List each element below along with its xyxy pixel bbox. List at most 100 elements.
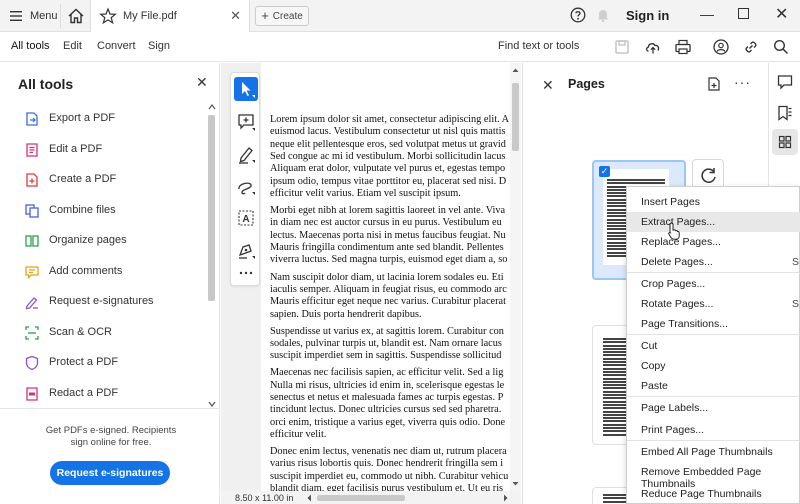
scroll-left-icon[interactable]: [305, 493, 313, 503]
export-pdf-icon: [26, 112, 38, 126]
scroll-down-icon[interactable]: [510, 480, 521, 488]
menu-item-cut[interactable]: Cut: [627, 336, 800, 356]
menu-item-page-transitions[interactable]: Page Transitions...: [627, 314, 800, 334]
menu-button[interactable]: Menu: [10, 7, 58, 25]
menu-item-embed-all-page-thumbnails[interactable]: Embed All Page Thumbnails: [627, 442, 800, 462]
pages-more-icon[interactable]: ···: [734, 74, 751, 90]
help-icon[interactable]: [570, 7, 586, 23]
tab-convert[interactable]: Convert: [97, 40, 136, 52]
tool-item-protect-pdf[interactable]: Protect a PDF: [0, 348, 206, 379]
menu-item-delete-pages[interactable]: Delete Pages... S: [627, 252, 800, 272]
select-tool-button[interactable]: [234, 77, 258, 101]
tab-close-icon[interactable]: ✕: [230, 8, 241, 24]
menu-item-paste[interactable]: Paste: [627, 376, 800, 396]
tool-item-export-pdf[interactable]: Export a PDF: [0, 104, 206, 135]
freehand-draw-icon: [238, 182, 255, 195]
menu-item-label: Insert Pages: [641, 196, 700, 208]
tab-all-tools[interactable]: All tools: [11, 40, 50, 52]
tool-item-label: Redact a PDF: [49, 386, 119, 399]
comment-icon[interactable]: [776, 73, 794, 91]
search-icon[interactable]: [772, 38, 790, 56]
menu-item-replace-pages[interactable]: Replace Pages...: [627, 232, 800, 252]
sign-tool-button[interactable]: [234, 238, 258, 262]
star-icon[interactable]: [99, 7, 117, 25]
close-panel-icon[interactable]: ✕: [196, 74, 208, 91]
menu-item-label: Crop Pages...: [641, 278, 706, 290]
request-esignatures-button[interactable]: Request e-signatures: [50, 461, 170, 485]
pdf-page[interactable]: Lorem ipsum dolor sit amet, consectetur …: [261, 63, 519, 491]
menu-item-crop-pages[interactable]: Crop Pages...: [627, 274, 800, 294]
menu-item-page-labels[interactable]: Page Labels...: [627, 398, 800, 418]
draw-tool-button[interactable]: [234, 174, 258, 198]
tool-item-scan-ocr[interactable]: Scan & OCR: [0, 318, 206, 349]
tool-item-label: Request e-signatures: [49, 295, 154, 307]
divider: [60, 4, 61, 28]
create-pdf-icon: [26, 173, 38, 187]
tool-item-label: Export a PDF: [49, 112, 116, 124]
menu-item-print-pages[interactable]: Print Pages...: [627, 420, 800, 440]
fountain-pen-icon: [238, 244, 255, 259]
menu-item-extract-pages[interactable]: Extract Pages...: [627, 212, 800, 232]
tool-item-edit-pdf[interactable]: Edit a PDF: [0, 135, 206, 166]
find-text-input[interactable]: Find text or tools: [498, 40, 579, 52]
save-icon[interactable]: [613, 38, 631, 56]
scan-ocr-icon: [25, 325, 39, 340]
menu-item-insert-pages[interactable]: Insert Pages: [627, 192, 800, 212]
tools-scroll-thumb[interactable]: [208, 115, 215, 301]
print-icon[interactable]: [674, 38, 692, 56]
more-tools-button[interactable]: [234, 261, 258, 285]
upload-cloud-icon[interactable]: [644, 38, 662, 56]
menu-item-copy[interactable]: Copy: [627, 356, 800, 376]
text-box-icon: A: [238, 210, 254, 226]
page-text: Lorem ipsum dolor sit amet, consectetur …: [261, 114, 519, 491]
page-thumbnails-icon[interactable]: [776, 133, 794, 151]
paragraph: Donec enim lectus, venenatis nec diam ut…: [270, 446, 509, 491]
menu-item-reduce-page-thumbnails[interactable]: Reduce Page Thumbnails: [627, 484, 800, 504]
menu-item-remove-embedded-page-thumbnails[interactable]: Remove Embedded Page Thumbnails: [627, 462, 800, 490]
link-icon[interactable]: [742, 38, 760, 56]
edit-pdf-icon: [26, 142, 38, 157]
tool-item-create-pdf[interactable]: Create a PDF: [0, 165, 206, 196]
home-button[interactable]: [66, 6, 86, 26]
create-label: Create: [272, 10, 303, 22]
minimize-icon[interactable]: —: [700, 6, 714, 22]
tool-item-organize-pages[interactable]: Organize pages: [0, 226, 206, 257]
document-scroll-thumb[interactable]: [512, 83, 519, 151]
tab-edit[interactable]: Edit: [63, 40, 82, 52]
bell-icon[interactable]: [595, 7, 611, 23]
menu-item-label: Reduce Page Thumbnails: [641, 488, 762, 500]
share-user-icon[interactable]: [712, 38, 730, 56]
insert-page-icon[interactable]: [706, 76, 722, 92]
tool-item-redact-pdf[interactable]: Redact a PDF: [0, 379, 206, 410]
scroll-down-icon[interactable]: [207, 400, 217, 408]
scroll-right-icon[interactable]: [502, 493, 510, 503]
sign-in-button[interactable]: Sign in: [626, 8, 669, 23]
tool-item-label: Combine files: [49, 203, 116, 216]
scroll-up-icon[interactable]: [207, 103, 217, 111]
document-tab[interactable]: My File.pdf ✕: [90, 0, 250, 32]
close-window-icon[interactable]: ✕: [775, 4, 788, 24]
close-pages-panel-icon[interactable]: ✕: [542, 77, 554, 94]
maximize-icon[interactable]: [738, 8, 749, 19]
tool-item-request-esign[interactable]: Request e-signatures: [0, 287, 206, 318]
paragraph: Suspendisse ut varius ex, at sagittis lo…: [270, 325, 504, 362]
menu-item-rotate-pages[interactable]: Rotate Pages... S: [627, 294, 800, 314]
tool-item-add-comments[interactable]: Add comments: [0, 257, 206, 288]
create-button[interactable]: + Create: [255, 6, 309, 26]
menu-item-label: Delete Pages...: [641, 256, 713, 268]
highlight-tool-button[interactable]: [234, 142, 258, 166]
horizontal-scroll-thumb[interactable]: [317, 495, 405, 501]
bookmark-icon[interactable]: [776, 104, 794, 122]
organize-pages-icon: [25, 235, 39, 247]
page-size-label: 8.50 x 11.00 in: [235, 493, 294, 503]
menu-item-label: Print Pages...: [641, 424, 705, 436]
panel-title: All tools: [18, 76, 74, 92]
text-select-tool-button[interactable]: A: [234, 206, 258, 230]
tab-sign[interactable]: Sign: [148, 40, 170, 52]
tool-item-combine-files[interactable]: Combine files: [0, 196, 206, 227]
comment-tool-button[interactable]: [234, 110, 258, 134]
menu-separator: [627, 272, 800, 273]
scroll-up-icon[interactable]: [510, 66, 521, 74]
page-selected-checkbox[interactable]: ✓: [599, 166, 610, 177]
hamburger-icon: [10, 11, 22, 21]
